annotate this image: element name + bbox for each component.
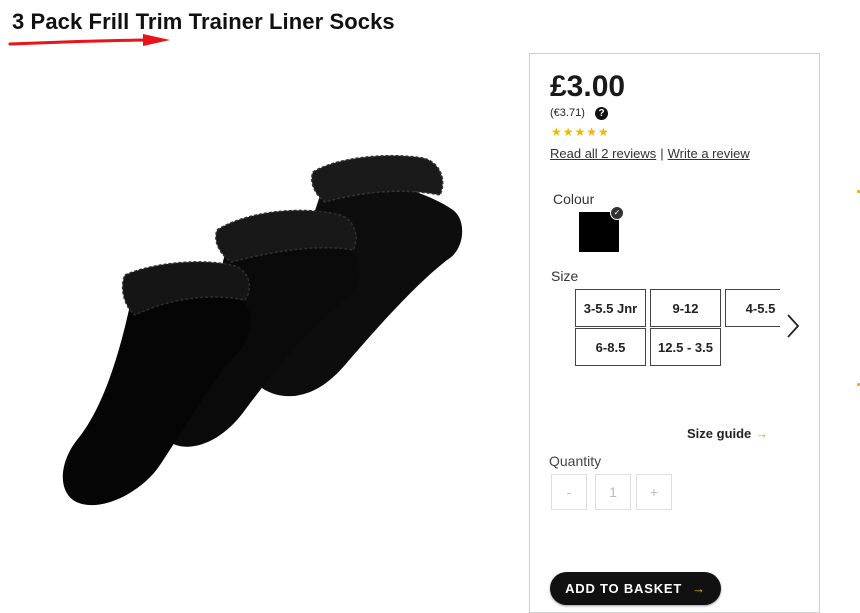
size-guide-label: Size guide xyxy=(687,426,752,441)
size-label: Size xyxy=(551,268,579,284)
rating-stars: ★★★★★ xyxy=(551,125,610,139)
size-option[interactable]: 4-5.5 xyxy=(725,289,780,327)
size-option[interactable]: 6-8.5 xyxy=(575,328,646,366)
read-reviews-link[interactable]: Read all 2 reviews xyxy=(550,146,656,161)
red-arrow-annotation xyxy=(8,34,170,46)
size-option[interactable]: 3-5.5 Jnr xyxy=(575,289,646,327)
help-icon[interactable]: ? xyxy=(595,107,608,120)
size-options: 3-5.5 Jnr 9-12 4-5.5 6-8.5 12.5 - 3.5 xyxy=(575,289,780,369)
size-option[interactable]: 9-12 xyxy=(650,289,721,327)
reviews-links: Read all 2 reviews | Write a review xyxy=(550,146,750,161)
arrow-right-icon: → xyxy=(755,426,769,441)
add-to-basket-label: ADD TO BASKET xyxy=(565,581,683,596)
quantity-decrease-button[interactable]: - xyxy=(551,474,587,510)
euro-price: (€3.71) xyxy=(550,107,585,119)
product-image xyxy=(62,154,463,506)
chevron-right-icon[interactable] xyxy=(786,313,800,339)
size-guide-link[interactable]: Size guide → xyxy=(687,426,768,441)
review-separator: | xyxy=(660,146,664,161)
quantity-increase-button[interactable]: + xyxy=(636,474,672,510)
quantity-input[interactable]: 1 xyxy=(595,474,631,510)
quantity-label: Quantity xyxy=(549,453,602,469)
write-review-link[interactable]: Write a review xyxy=(668,146,750,161)
add-to-basket-button[interactable]: ADD TO BASKET → xyxy=(550,572,721,605)
arrow-right-icon: → xyxy=(692,581,706,596)
price: £3.00 xyxy=(550,70,626,103)
product-purchase-panel: £3.00 (€3.71) ? ★★★★★ Read all 2 reviews… xyxy=(529,53,820,613)
size-option[interactable]: 12.5 - 3.5 xyxy=(650,328,721,366)
colour-label: Colour xyxy=(553,191,595,207)
check-icon: ✓ xyxy=(610,206,624,220)
